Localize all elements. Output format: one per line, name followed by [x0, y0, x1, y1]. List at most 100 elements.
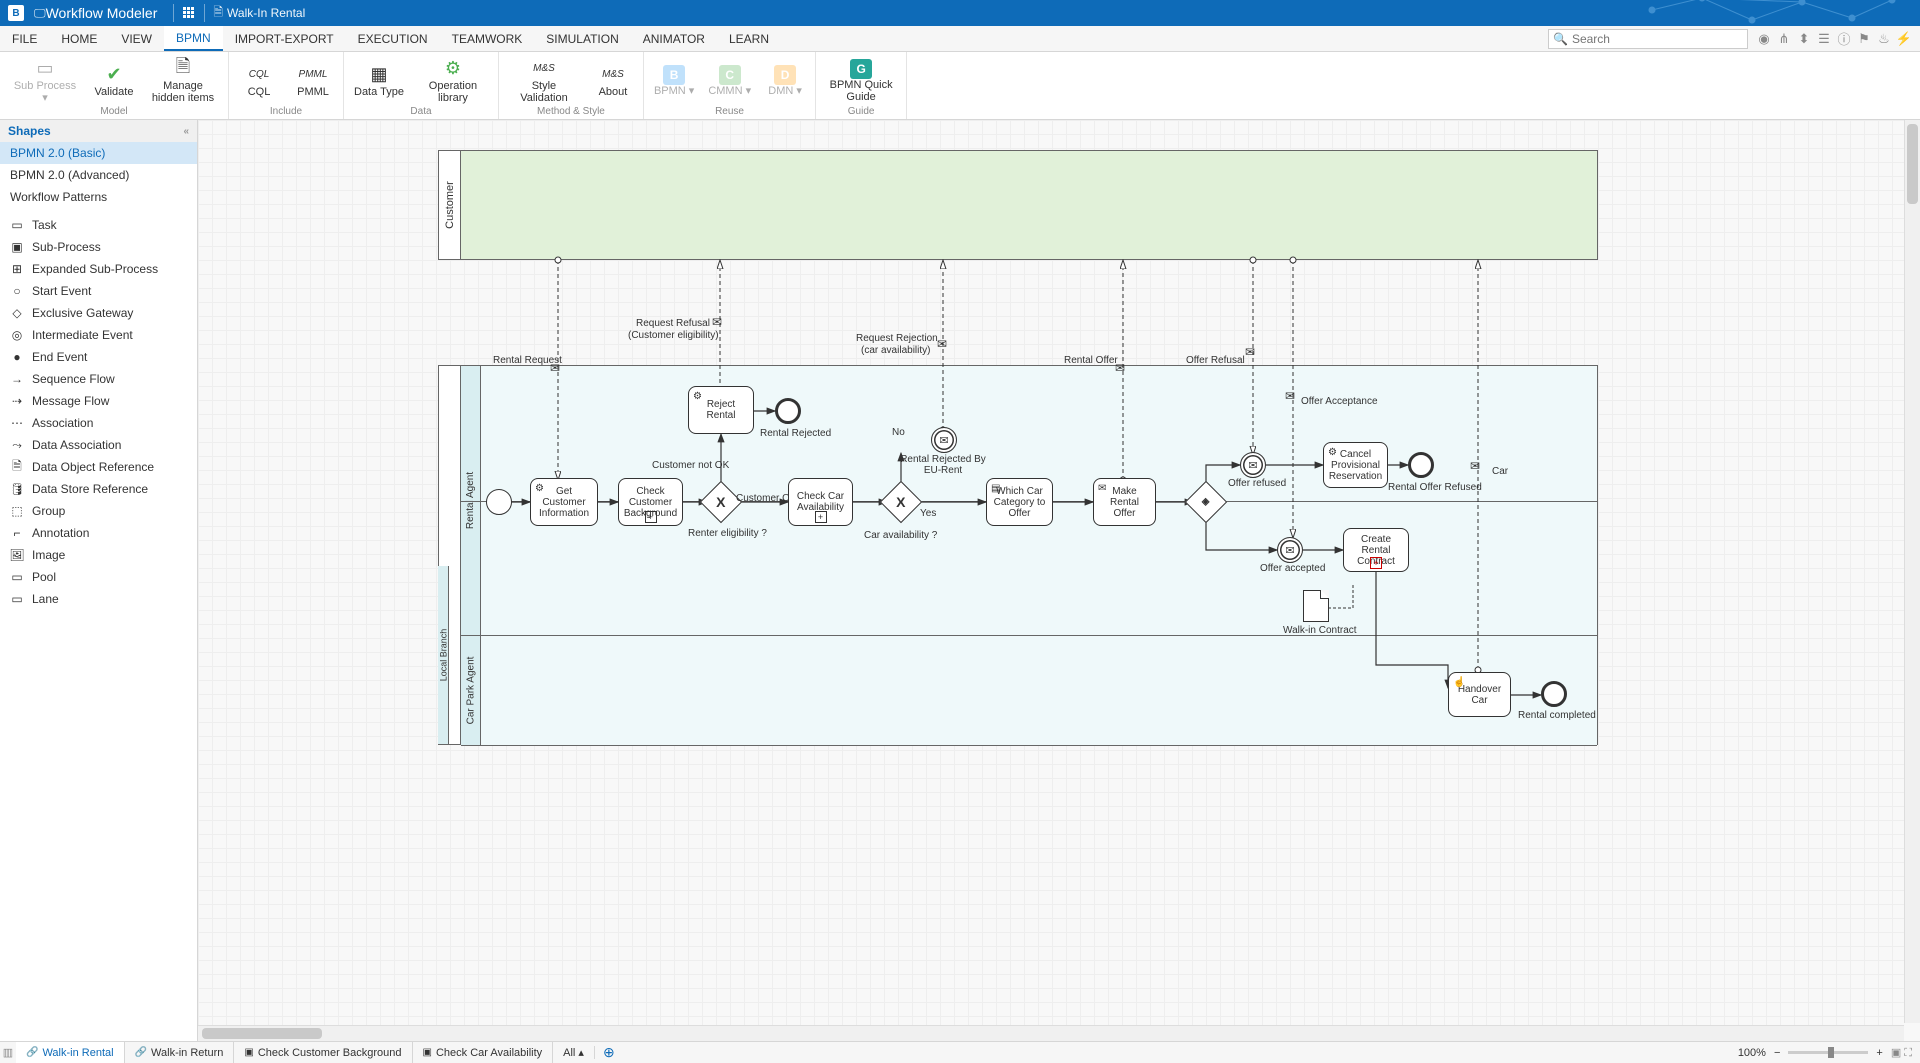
- shape-group[interactable]: ⬚Group: [0, 500, 197, 522]
- ribbon-about[interactable]: M&SAbout: [593, 56, 633, 106]
- shape-task[interactable]: ▭Task: [0, 214, 197, 236]
- shape-message-flow[interactable]: ⇢Message Flow: [0, 390, 197, 412]
- shape-intermediate-event[interactable]: ◎Intermediate Event: [0, 324, 197, 346]
- ribbon-pmml[interactable]: PMMLPMML: [293, 56, 333, 106]
- ribbon-validate[interactable]: ✔Validate: [94, 56, 134, 106]
- intermediate-event-icon: ◎: [10, 328, 24, 342]
- ribbon-manage-hidden[interactable]: 🗎Manage hidden items: [148, 56, 218, 106]
- start-event[interactable]: [486, 489, 512, 515]
- search-box[interactable]: 🔍: [1548, 29, 1748, 49]
- vertical-scrollbar[interactable]: [1904, 120, 1920, 1023]
- title-separator-2: [204, 4, 205, 22]
- ribbon-style-validation[interactable]: M&SStyle Validation: [509, 56, 579, 106]
- shape-image[interactable]: 🖼Image: [0, 544, 197, 566]
- globe-icon[interactable]: ◉: [1754, 31, 1774, 47]
- pool-eu-rent[interactable]: Rental Agent Car Park Agent Local Branch: [438, 365, 1598, 745]
- task-make-rental-offer[interactable]: ✉ Make Rental Offer: [1093, 478, 1156, 526]
- tab-walk-in-return[interactable]: 🔗Walk-in Return: [125, 1042, 235, 1063]
- apps-grid-icon[interactable]: [182, 6, 196, 20]
- layers-icon[interactable]: ▥: [0, 1046, 16, 1059]
- menu-import-export[interactable]: IMPORT-EXPORT: [223, 26, 346, 51]
- plug-icon[interactable]: ⚡: [1894, 31, 1914, 47]
- zoom-in-button[interactable]: +: [1876, 1047, 1882, 1059]
- label-evt-offer-accepted: Offer accepted: [1260, 563, 1325, 574]
- menu-animator[interactable]: ANIMATOR: [631, 26, 717, 51]
- task-handover-car[interactable]: ☝ Handover Car: [1448, 672, 1511, 717]
- sequence-flow-icon: →: [10, 372, 24, 386]
- end-rental-rejected[interactable]: [775, 398, 801, 424]
- shape-annotation[interactable]: ⌐Annotation: [0, 522, 197, 544]
- end-rental-completed[interactable]: [1541, 681, 1567, 707]
- menu-home[interactable]: HOME: [49, 26, 109, 51]
- palette-category[interactable]: BPMN 2.0 (Basic): [0, 142, 197, 164]
- shape-end-event[interactable]: ●End Event: [0, 346, 197, 368]
- data-object-reference-icon: 🗎: [10, 460, 24, 474]
- tab-check-car-availability[interactable]: ▣Check Car Availability: [413, 1042, 554, 1063]
- shape-start-event[interactable]: ○Start Event: [0, 280, 197, 302]
- ribbon-data-type[interactable]: ▦Data Type: [354, 56, 404, 106]
- tree-icon[interactable]: ⬍: [1794, 31, 1814, 47]
- pool-icon: ▭: [10, 570, 24, 584]
- menu-learn[interactable]: LEARN: [717, 26, 781, 51]
- pool-customer[interactable]: Customer: [438, 150, 1598, 260]
- menu-bpmn[interactable]: BPMN: [164, 26, 223, 51]
- shape-data-store-reference[interactable]: 🛢Data Store Reference: [0, 478, 197, 500]
- task-create-rental-contract[interactable]: Create Rental Contract +: [1343, 528, 1409, 572]
- shape-association[interactable]: ⋯Association: [0, 412, 197, 434]
- end-offer-refused[interactable]: [1408, 452, 1434, 478]
- task-check-customer-background[interactable]: Check Customer Background +: [618, 478, 683, 526]
- catch-offer-accepted[interactable]: ✉: [1277, 537, 1303, 563]
- shape-exclusive-gateway[interactable]: ◇Exclusive Gateway: [0, 302, 197, 324]
- ribbon-group-data: ▦Data Type⚙Operation libraryData: [344, 52, 499, 119]
- menu-view[interactable]: VIEW: [109, 26, 164, 51]
- flag-icon[interactable]: ⚑: [1854, 31, 1874, 47]
- menu-simulation[interactable]: SIMULATION: [534, 26, 630, 51]
- ribbon-bpmn-quick-guide[interactable]: GBPMN Quick Guide: [826, 56, 896, 106]
- palette-category[interactable]: BPMN 2.0 (Advanced): [0, 164, 197, 186]
- task-reject-rental[interactable]: ⚙ Reject Rental: [688, 386, 754, 434]
- zoom-slider[interactable]: [1788, 1051, 1868, 1054]
- task-cancel-reservation[interactable]: ⚙ Cancel Provisional Reservation: [1323, 442, 1388, 488]
- catch-offer-refused[interactable]: ✉: [1240, 452, 1266, 478]
- flame-icon[interactable]: ♨: [1874, 31, 1894, 47]
- shape-expanded-sub-process[interactable]: ⊞Expanded Sub-Process: [0, 258, 197, 280]
- shape-sub-process[interactable]: ▣Sub-Process: [0, 236, 197, 258]
- throw-request-rejection[interactable]: ✉: [931, 427, 957, 453]
- list-icon[interactable]: ☰: [1814, 31, 1834, 47]
- ribbon-cql[interactable]: CQLCQL: [239, 56, 279, 106]
- fit-page-icon[interactable]: ▣: [1891, 1047, 1901, 1059]
- label-yes: Yes: [920, 508, 936, 519]
- all-tabs-button[interactable]: All ▴: [553, 1046, 595, 1059]
- shape-data-object-reference[interactable]: 🗎Data Object Reference: [0, 456, 197, 478]
- zoom-out-button[interactable]: −: [1774, 1047, 1780, 1059]
- search-input[interactable]: [1572, 32, 1743, 46]
- shape-lane[interactable]: ▭Lane: [0, 588, 197, 610]
- shape-data-association[interactable]: ⤳Data Association: [0, 434, 197, 456]
- menu-execution[interactable]: EXECUTION: [346, 26, 440, 51]
- subprocess-marker-icon: +: [645, 511, 657, 523]
- fit-width-icon[interactable]: ⛶: [1904, 1047, 1912, 1059]
- shapes-sidebar: Shapes « BPMN 2.0 (Basic)BPMN 2.0 (Advan…: [0, 120, 198, 1041]
- shape-pool[interactable]: ▭Pool: [0, 566, 197, 588]
- tab-check-customer-background[interactable]: ▣Check Customer Background: [234, 1042, 412, 1063]
- task-which-car-category[interactable]: ▤ Which Car Category to Offer: [986, 478, 1053, 526]
- sidebar-collapse-icon[interactable]: «: [183, 126, 189, 137]
- menu-teamwork[interactable]: TEAMWORK: [440, 26, 535, 51]
- data-object-walkin-contract[interactable]: [1303, 590, 1329, 622]
- menu-file[interactable]: FILE: [0, 26, 49, 51]
- tab-walk-in-rental[interactable]: 🔗Walk-in Rental: [16, 1042, 125, 1063]
- add-tab-button[interactable]: ⊕: [595, 1044, 623, 1061]
- task-check-car-availability[interactable]: Check Car Availability +: [788, 478, 853, 526]
- label-rental-rejected: Rental Rejected: [760, 428, 831, 439]
- palette-category[interactable]: Workflow Patterns: [0, 186, 197, 208]
- branch-icon[interactable]: ⋔: [1774, 31, 1794, 47]
- diagram-canvas[interactable]: Customer Rental Agent Car Park Agent: [198, 120, 1904, 1025]
- about-label: About: [599, 86, 628, 98]
- shape-sequence-flow[interactable]: →Sequence Flow: [0, 368, 197, 390]
- task-get-customer-info[interactable]: ⚙ Get Customer Information: [530, 478, 598, 526]
- info-icon[interactable]: ⓘ: [1834, 29, 1854, 48]
- ribbon-operation-library[interactable]: ⚙Operation library: [418, 56, 488, 106]
- lane-car-park-agent[interactable]: Car Park Agent: [461, 636, 1597, 746]
- horizontal-scrollbar[interactable]: [198, 1025, 1904, 1041]
- label-rental-offer: Rental Offer: [1064, 355, 1118, 366]
